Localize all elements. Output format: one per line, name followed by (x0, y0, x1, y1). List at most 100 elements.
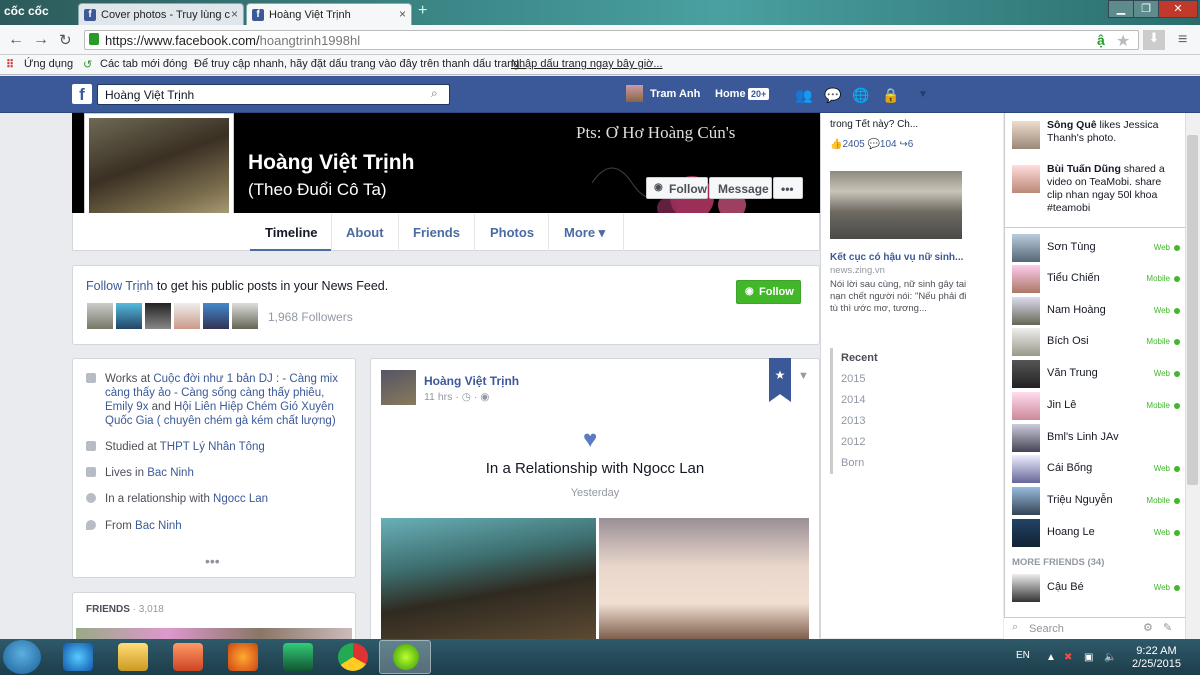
download-icon[interactable]: ⬇ (1143, 30, 1165, 50)
news-title-link[interactable]: Kết cục có hậu vụ nữ sinh... (830, 252, 963, 263)
post-photo-right[interactable] (599, 518, 809, 640)
address-bar[interactable]: https://www.facebook.com/hoangtrinh1998h… (84, 30, 1139, 50)
chat-contact[interactable]: Văn Trung Web (1012, 360, 1182, 388)
intro-more-button[interactable]: ••• (205, 553, 220, 569)
chrome-icon[interactable] (338, 643, 368, 671)
chat-contact[interactable]: Triệu Nguyễn Mobile (1012, 487, 1182, 515)
forward-icon[interactable]: → (33, 31, 49, 49)
year-2014[interactable]: 2014 (841, 394, 865, 406)
privacy-lock-icon[interactable]: 🔒 (882, 88, 899, 102)
year-born[interactable]: Born (841, 457, 864, 469)
tab-cover-photos[interactable]: f Cover photos - Truy lùng c × (78, 3, 244, 25)
post-options-chevron-down-icon[interactable]: ▼ (798, 370, 809, 382)
friends-photos-strip[interactable] (76, 628, 352, 639)
windows-start-icon[interactable] (3, 640, 41, 674)
back-icon[interactable]: ← (8, 31, 24, 49)
tab-friends[interactable]: Friends (413, 225, 460, 240)
chat-contact[interactable]: Sơn Tùng Web (1012, 234, 1182, 262)
settings-chevron-down-icon[interactable]: ▼ (918, 88, 934, 102)
follower-avatar[interactable] (115, 302, 143, 330)
ticker-stats[interactable]: 👍2405 💬104 ↪6 (830, 139, 913, 150)
user-avatar[interactable] (626, 85, 643, 102)
chat-contact[interactable]: Bích Osi Mobile (1012, 328, 1182, 356)
user-name-link[interactable]: Tram Anh (650, 88, 700, 100)
tab-about[interactable]: About (346, 225, 384, 240)
tab-photos[interactable]: Photos (490, 225, 534, 240)
news-thumbnail[interactable] (830, 171, 962, 239)
chat-contact[interactable]: Cái Bống Web (1012, 455, 1182, 483)
follower-avatar[interactable] (86, 302, 114, 330)
messages-icon[interactable]: 💬 (824, 88, 841, 102)
coccoc-addon-icon[interactable]: ậ (1097, 32, 1105, 48)
scrollbar-thumb[interactable] (1187, 135, 1198, 485)
menu-icon[interactable]: ≡ (1178, 31, 1187, 49)
fb-search-input[interactable]: Hoàng Việt Trịnh (97, 84, 450, 105)
language-indicator[interactable]: EN (1016, 650, 1030, 661)
apps-grid-icon[interactable]: ⠿ (6, 58, 14, 71)
internet-explorer-icon[interactable] (63, 643, 93, 671)
bookmark-apps[interactable]: Ứng dụng (24, 58, 73, 70)
tab-more[interactable]: More ▾ (564, 225, 605, 241)
chat-contact[interactable]: Jin Lê Mobile (1012, 392, 1182, 420)
more-options-button[interactable]: ••• (773, 177, 803, 199)
follow-link[interactable]: Follow Trịnh (86, 279, 153, 293)
browser-logo[interactable]: cốc cốc (4, 4, 49, 18)
year-2012[interactable]: 2012 (841, 436, 865, 448)
tab-profile[interactable]: f Hoàng Việt Trịnh × (246, 3, 412, 25)
ticker-story[interactable]: Sông Quê likes Jessica Thanh's photo. (1012, 119, 1172, 149)
post-author-name[interactable]: Hoàng Việt Trịnh (424, 374, 519, 388)
ticker-story[interactable]: Bùi Tuấn Dũng shared a video on TeaMobi.… (1012, 163, 1172, 215)
year-recent[interactable]: Recent (841, 352, 878, 364)
chat-contact[interactable]: Cậu Bé Web (1012, 574, 1182, 602)
close-tab-icon[interactable]: × (399, 7, 406, 21)
post-timestamp[interactable]: 11 hrs · ◷ · ◉ (424, 391, 489, 403)
chat-contact[interactable]: Bml's Linh JAv (1012, 424, 1182, 452)
city-link[interactable]: Bac Ninh (147, 467, 194, 479)
system-clock[interactable]: 9:22 AM 2/25/2015 (1132, 645, 1181, 671)
chat-compose-icon[interactable]: ✎ (1163, 621, 1172, 634)
follow-button[interactable]: ◉ Follow (736, 280, 801, 304)
chat-contact[interactable]: Hoang Le Web (1012, 519, 1182, 547)
firefox-icon[interactable] (228, 643, 258, 671)
tab-timeline[interactable]: Timeline (265, 225, 318, 240)
hometown-link[interactable]: Bac Ninh (135, 520, 182, 532)
year-2013[interactable]: 2013 (841, 415, 865, 427)
post-photo-left[interactable] (381, 518, 596, 640)
reload-icon[interactable]: ↻ (59, 31, 72, 49)
follower-avatar[interactable] (144, 302, 172, 330)
network-icon[interactable]: ▣ (1084, 652, 1093, 663)
chat-search-input[interactable]: Search (1004, 617, 1185, 639)
new-tab-icon[interactable]: + (418, 3, 434, 20)
maximize-icon[interactable]: ❐ (1133, 0, 1159, 18)
chat-contact[interactable]: Tiểu Chiến Mobile (1012, 265, 1182, 293)
friend-requests-icon[interactable]: 👥 (795, 88, 812, 102)
star-bookmark-icon[interactable]: ★ (1116, 31, 1130, 51)
friends-header[interactable]: FRIENDS · 3,018 (86, 604, 164, 615)
volume-icon[interactable]: 🔈 (1104, 652, 1116, 663)
close-tab-icon[interactable]: × (231, 7, 238, 21)
follower-avatar[interactable] (231, 302, 259, 330)
ticker-item-text[interactable]: trong Tết này? Ch... (830, 119, 968, 131)
profile-name[interactable]: Hoàng Việt Trịnh (248, 151, 414, 175)
year-2015[interactable]: 2015 (841, 373, 865, 385)
tray-arrow-icon[interactable]: ▲ (1046, 652, 1056, 663)
notifications-globe-icon[interactable]: 🌐 (852, 88, 869, 102)
chat-contact[interactable]: Nam Hoàng Web (1012, 297, 1182, 325)
file-explorer-icon[interactable] (118, 643, 148, 671)
home-link[interactable]: Home (715, 88, 746, 100)
search-icon[interactable]: ⌕ (431, 86, 438, 101)
followers-count[interactable]: 1,968 Followers (268, 310, 353, 324)
media-player-icon[interactable] (173, 643, 203, 671)
network-error-icon[interactable]: ✖ (1064, 652, 1072, 663)
chat-settings-gear-icon[interactable]: ⚙ (1143, 621, 1153, 634)
close-window-icon[interactable]: ✕ (1158, 0, 1198, 18)
message-button[interactable]: Message (709, 177, 772, 199)
partner-link[interactable]: Ngocc Lan (213, 493, 268, 505)
facebook-logo-icon[interactable]: f (72, 84, 92, 104)
bookmark-recent-tabs[interactable]: Các tab mới đóng (100, 58, 187, 70)
school-link[interactable]: THPT Lý Nhân Tông (160, 441, 265, 453)
post-author-avatar[interactable] (381, 370, 416, 405)
follow-profile-button[interactable]: ◉ Follow (646, 177, 708, 199)
import-bookmarks-link[interactable]: Nhập dấu trang ngay bây giờ... (511, 58, 663, 70)
follower-avatar[interactable] (173, 302, 201, 330)
